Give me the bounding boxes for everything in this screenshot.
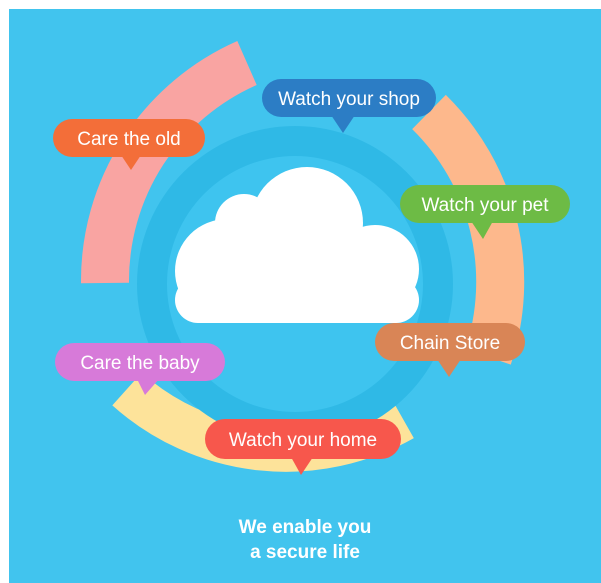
tagline-line-1: We enable you [238,517,372,538]
chain-store-label: Chain Store [400,333,500,354]
care-the-baby-label: Care the baby [80,353,200,374]
tagline-line-2: a secure life [250,542,360,563]
care-the-old-label: Care the old [77,129,181,150]
watch-your-pet-label: Watch your pet [421,195,549,216]
watch-your-shop-bubble: Watch your shop [262,79,436,133]
watch-your-home-label: Watch your home [229,430,377,451]
hero-banner: Care the old Watch your shop Watch your … [9,9,601,583]
services-diagram: Care the old Watch your shop Watch your … [53,41,570,475]
watch-your-shop-label: Watch your shop [278,89,420,110]
care-the-old-bubble: Care the old [53,119,205,170]
